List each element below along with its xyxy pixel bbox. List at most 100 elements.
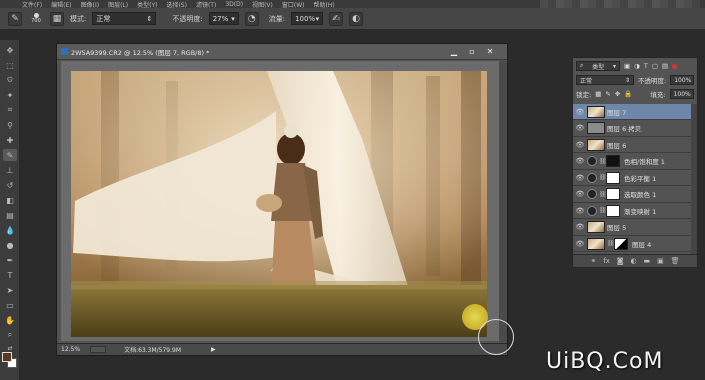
filter-smart-icon[interactable]: ▤ [662, 62, 668, 70]
path-select-tool-icon[interactable]: ➤ [3, 284, 17, 296]
chain-link-icon[interactable]: ⛓ [599, 191, 607, 198]
vertical-scrollbar[interactable] [499, 61, 507, 344]
zoom-level[interactable]: 12.5% [61, 346, 80, 353]
type-tool-icon[interactable]: T [3, 269, 17, 281]
crop-tool-icon[interactable]: ⌗ [3, 104, 17, 116]
opacity-input[interactable]: 27% ▾ [208, 12, 239, 25]
layer-opacity-input[interactable]: 100% [670, 75, 695, 85]
status-menu-arrow-icon[interactable]: ▶ [211, 346, 216, 353]
filter-toggle-icon[interactable] [672, 63, 678, 69]
visibility-eye-icon[interactable]: 👁 [573, 207, 587, 215]
brush-tool-preset-icon[interactable]: ✎ [8, 11, 22, 26]
gradient-tool-icon[interactable]: ▤ [3, 209, 17, 221]
minimize-icon[interactable]: ▁ [445, 46, 463, 57]
layer-row[interactable]: 👁 ⛓ 色彩平衡 1 [573, 170, 693, 186]
canvas-photo[interactable] [71, 71, 487, 337]
pen-tool-icon[interactable]: ✒ [3, 254, 17, 266]
eraser-tool-icon[interactable]: ◧ [3, 194, 17, 206]
lock-position-icon[interactable]: ✥ [615, 90, 620, 98]
fx-icon[interactable]: fx [603, 257, 610, 265]
chain-link-icon[interactable]: ⛓ [599, 158, 607, 165]
lock-transparent-icon[interactable]: ▦ [595, 90, 601, 98]
menu-item[interactable]: 3D(D) [225, 1, 243, 8]
blend-mode-select[interactable]: 正常 ⇕ [576, 75, 634, 85]
layer-thumbnail[interactable] [587, 221, 605, 233]
lasso-tool-icon[interactable]: ଡ [3, 74, 17, 86]
brush-tool-icon[interactable]: ✎ [3, 149, 17, 161]
chain-link-icon[interactable]: ⛓ [599, 174, 607, 181]
layer-row[interactable]: 👁 图层 5 [573, 220, 693, 236]
menu-item[interactable]: 视图(V) [252, 0, 273, 9]
filter-type-icon[interactable]: T [644, 62, 648, 70]
visibility-eye-icon[interactable]: 👁 [573, 223, 587, 231]
layer-mask-thumbnail[interactable] [606, 188, 620, 200]
quick-select-tool-icon[interactable]: ✦ [3, 89, 17, 101]
visibility-eye-icon[interactable]: 👁 [573, 174, 587, 182]
layer-mask-thumbnail[interactable] [606, 155, 620, 167]
trash-icon[interactable]: 🗑 [671, 257, 680, 265]
mask-icon[interactable]: ◙ [617, 257, 624, 265]
menu-item[interactable]: 帮助(H) [314, 0, 335, 9]
visibility-eye-icon[interactable]: 👁 [573, 141, 587, 149]
eyedropper-tool-icon[interactable]: ⚲ [3, 119, 17, 131]
layer-thumbnail[interactable] [587, 105, 605, 118]
chain-link-icon[interactable]: ⛓ [599, 207, 607, 214]
folder-icon[interactable]: ▬ [644, 257, 651, 265]
layer-thumbnail[interactable] [587, 122, 605, 134]
mode-select[interactable]: 正常 ⇕ [92, 12, 157, 25]
layer-mask-thumbnail[interactable] [606, 171, 620, 184]
healing-tool-icon[interactable]: ✚ [3, 134, 17, 146]
filter-pixel-icon[interactable]: ▣ [624, 62, 630, 70]
menu-item[interactable]: 图像(I) [81, 0, 99, 9]
visibility-eye-icon[interactable]: 👁 [573, 157, 587, 165]
layer-thumbnail[interactable] [587, 237, 605, 250]
link-icon[interactable]: ⚭ [590, 257, 596, 265]
flow-input[interactable]: 100% ▾ [291, 12, 324, 25]
history-brush-tool-icon[interactable]: ↺ [3, 179, 17, 191]
layers-scrollbar[interactable] [691, 104, 697, 254]
zoom-tool-icon[interactable]: ⌕ [3, 329, 17, 341]
layer-row[interactable]: 👁 图层 6 拷贝 [573, 121, 693, 137]
menu-item[interactable]: 类型(Y) [137, 0, 157, 9]
pressure-size-icon[interactable]: ◐ [349, 11, 364, 26]
visibility-eye-icon[interactable]: 👁 [573, 240, 587, 248]
brush-panel-toggle-icon[interactable]: ▦ [50, 11, 64, 26]
shape-tool-icon[interactable]: ▭ [3, 299, 17, 311]
menu-item[interactable]: 选择(S) [166, 0, 187, 9]
close-icon[interactable]: ✕ [481, 46, 499, 57]
new-layer-icon[interactable]: ▣ [657, 257, 664, 265]
layer-row[interactable]: 👁 ⛓ 图层 4 [573, 236, 693, 252]
menu-item[interactable]: 文件(F) [22, 0, 42, 9]
marquee-tool-icon[interactable]: ⬚ [3, 59, 17, 71]
menu-item[interactable]: 图层(L) [108, 0, 128, 9]
layer-row[interactable]: 👁 图层 7 [573, 104, 693, 120]
menu-item[interactable]: 编辑(E) [51, 0, 71, 9]
layer-row[interactable]: 👁 ⛓ 渐变映射 1 [573, 203, 693, 219]
brush-size-picker[interactable]: 700 [28, 13, 44, 24]
visibility-eye-icon[interactable]: 👁 [573, 190, 587, 198]
filter-kind-select[interactable]: ⌕ 类型 ▾ [576, 61, 620, 71]
blur-tool-icon[interactable]: 💧 [3, 224, 17, 236]
lock-all-icon[interactable]: 🔒 [624, 90, 632, 98]
restore-icon[interactable]: ▫ [463, 46, 481, 57]
layer-row[interactable]: 👁 ⛓ 色相/饱和度 1 [573, 154, 693, 170]
hand-tool-icon[interactable]: ✋ [3, 314, 17, 326]
pressure-opacity-icon[interactable]: ◔ [244, 11, 259, 26]
layer-mask-thumbnail[interactable] [606, 204, 620, 217]
menu-item[interactable]: 窗口(W) [282, 0, 305, 9]
filter-shape-icon[interactable]: ▢ [652, 62, 658, 70]
move-tool-icon[interactable]: ✥ [3, 44, 17, 56]
foreground-color-swatch[interactable] [2, 352, 12, 362]
dodge-tool-icon[interactable]: ● [3, 239, 17, 251]
airbrush-icon[interactable]: ✍ [329, 11, 344, 26]
layer-thumbnail[interactable] [587, 138, 605, 151]
lock-pixels-icon[interactable]: ✎ [605, 90, 610, 98]
filter-adjust-icon[interactable]: ◑ [634, 62, 640, 70]
visibility-eye-icon[interactable]: 👁 [573, 124, 587, 132]
clone-stamp-tool-icon[interactable]: ⊥ [3, 164, 17, 176]
adjustment-icon[interactable]: ◐ [631, 257, 637, 265]
menu-item[interactable]: 滤镜(T) [196, 0, 216, 9]
fill-input[interactable]: 100% [669, 89, 694, 99]
chain-link-icon[interactable]: ⛓ [607, 240, 615, 247]
layer-row[interactable]: 👁 图层 6 [573, 137, 693, 153]
